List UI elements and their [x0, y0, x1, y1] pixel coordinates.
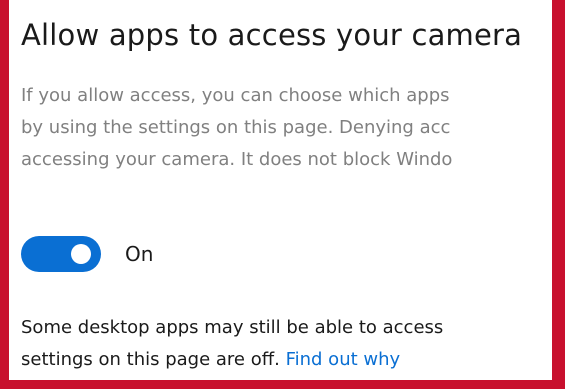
- page-title: Allow apps to access your camera: [21, 18, 523, 52]
- camera-access-toggle[interactable]: [21, 236, 101, 272]
- toggle-state-label: On: [125, 242, 154, 266]
- description-text: If you allow access, you can choose whic…: [21, 80, 452, 176]
- desktop-apps-note: Some desktop apps may still be able to a…: [21, 312, 443, 376]
- find-out-why-link[interactable]: Find out why: [286, 349, 401, 370]
- description-line-3: accessing your camera. It does not block…: [21, 149, 453, 170]
- settings-panel: Allow apps to access your camera If you …: [9, 0, 552, 380]
- note-line-1: Some desktop apps may still be able to a…: [21, 317, 444, 338]
- toggle-knob: [71, 244, 91, 264]
- note-line-2: settings on this page are off.: [21, 349, 286, 370]
- description-line-2: by using the settings on this page. Deny…: [21, 117, 451, 138]
- description-line-1: If you allow access, you can choose whic…: [21, 85, 450, 106]
- camera-access-toggle-row: On: [21, 236, 153, 272]
